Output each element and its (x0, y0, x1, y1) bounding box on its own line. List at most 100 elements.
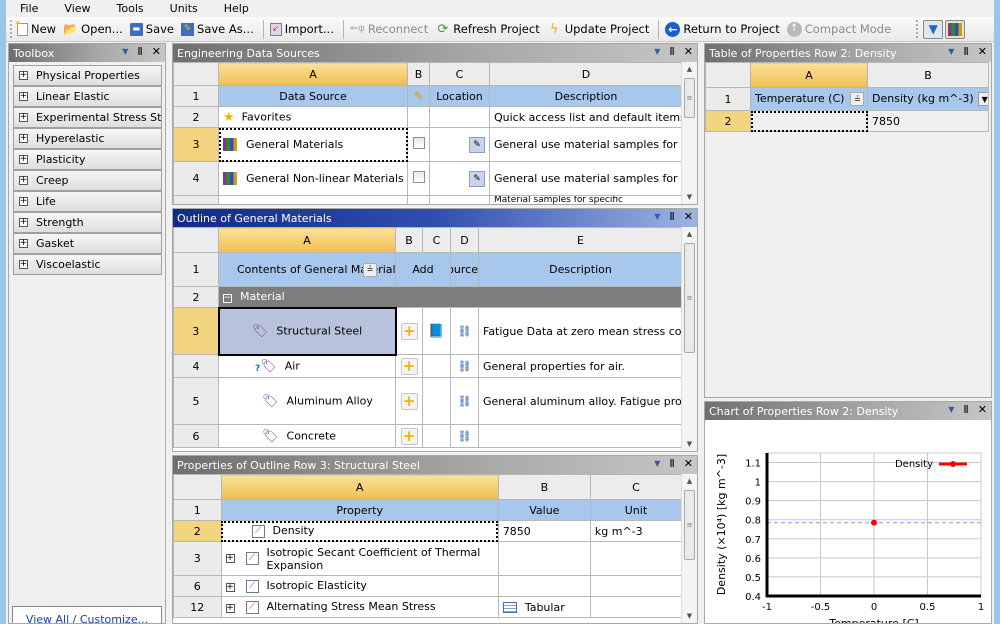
refresh-project-button[interactable]: ⟳ Refresh Project (435, 22, 539, 37)
source-link-cell[interactable]: ⛓ (450, 377, 479, 425)
column-header-d[interactable]: D (450, 227, 479, 253)
property-cell[interactable]: + ⟋ Isotropic Elasticity (220, 575, 499, 597)
temperature-cell[interactable] (750, 110, 868, 132)
close-icon[interactable]: ✕ (152, 45, 161, 58)
expand-icon[interactable]: + (19, 113, 28, 122)
toolbox-item-linear-elastic[interactable]: + Linear Elastic (13, 86, 162, 107)
open-button[interactable]: 📂 Open... (63, 22, 123, 37)
column-header-b[interactable]: B (407, 62, 430, 86)
column-header-c[interactable]: C (589, 474, 683, 500)
add-cell[interactable]: + (395, 424, 423, 448)
temperature-header[interactable]: Temperature (C) ≟ (750, 87, 868, 111)
table-row[interactable]: 2 ⟋ Density 7850 kg m^-3 (173, 520, 683, 542)
toolbox-item-life[interactable]: + Life (13, 191, 162, 212)
scroll-down-icon[interactable]: ▼ (682, 190, 697, 204)
scroll-up-icon[interactable]: ▲ (682, 474, 697, 488)
view-all-customize-button[interactable]: View All / Customize... (12, 606, 162, 623)
column-header-e[interactable]: E (478, 227, 683, 253)
toolbox-item-physical-properties[interactable]: + Physical Properties (13, 65, 162, 86)
reconnect-button[interactable]: ⇐φ Reconnect (350, 22, 428, 37)
toolbox-item-creep[interactable]: + Creep (13, 170, 162, 191)
toolbox-item-plasticity[interactable]: + Plasticity (13, 149, 162, 170)
browse-location-icon[interactable]: ✎ (469, 170, 485, 187)
property-cell[interactable]: + ⟋ Alternating Stress Mean Stress (220, 596, 499, 618)
expand-icon[interactable]: + (19, 92, 28, 101)
panel-menu-icon[interactable]: ▼ (122, 47, 128, 56)
scroll-up-icon[interactable]: ▲ (682, 62, 697, 76)
expand-icon[interactable]: + (225, 583, 235, 593)
expand-icon[interactable]: + (19, 260, 28, 269)
add-cell[interactable]: + (395, 354, 423, 378)
location-cell[interactable]: ✎ (429, 127, 490, 162)
group-cell[interactable]: − Material (218, 286, 683, 308)
return-to-project-button[interactable]: ← Return to Project (665, 21, 780, 37)
unit-dropdown-icon[interactable]: ▼ (977, 92, 988, 107)
table-row[interactable]: 4 General Non-linear Materials ✎ General… (173, 161, 683, 196)
table-row[interactable]: 4 ?🏷 Air + ⛓ General properties for air. (173, 354, 683, 378)
expand-icon[interactable]: + (19, 155, 28, 164)
expand-icon[interactable]: + (225, 554, 235, 563)
data-source-cell[interactable]: General Materials (218, 127, 408, 162)
table-row[interactable]: 6 🏷 Concrete + ⛓ (173, 424, 683, 448)
material-cell-selected[interactable]: 🏷 Structural Steel (217, 306, 397, 356)
table-row[interactable]: 6 + ⟋ Isotropic Elasticity (173, 575, 683, 597)
table-row[interactable]: 2 7850 (705, 110, 989, 132)
unit-cell[interactable] (589, 541, 683, 576)
import-button[interactable]: ↙ Import... (269, 22, 334, 36)
expand-icon[interactable]: + (19, 239, 28, 248)
add-plus-icon[interactable]: + (400, 322, 418, 340)
source-link-cell[interactable]: ⛓ (450, 354, 479, 378)
column-header-b[interactable]: B (497, 474, 591, 500)
panel-menu-icon[interactable]: ▼ (654, 459, 660, 468)
pin-icon[interactable]: Ⅱ (963, 45, 968, 58)
menu-help[interactable]: Help (224, 2, 249, 15)
table-row[interactable]: 3 General Materials ✎ General use materi… (173, 127, 683, 162)
close-icon[interactable]: ✕ (684, 210, 693, 223)
add-cell[interactable]: + (395, 377, 423, 425)
unit-cell[interactable] (589, 596, 683, 618)
property-cell[interactable]: ⟋ Density (220, 520, 499, 542)
edit-checkbox[interactable] (412, 137, 425, 149)
close-icon[interactable]: ✕ (684, 45, 693, 58)
menu-view[interactable]: View (64, 2, 90, 15)
toolbar-grip[interactable] (10, 20, 13, 38)
add-cell[interactable]: + (395, 307, 423, 355)
expand-icon[interactable]: + (225, 604, 235, 614)
column-header-c[interactable]: C (422, 227, 451, 253)
browse-location-icon[interactable]: ✎ (469, 136, 485, 153)
value-cell[interactable] (497, 541, 591, 576)
toolbox-item-hyperelastic[interactable]: + Hyperelastic (13, 128, 162, 149)
expand-icon[interactable]: + (19, 71, 28, 80)
column-header-b[interactable]: B (867, 62, 989, 88)
properties-scrollbar[interactable]: ▲ ≡ ▼ (681, 474, 697, 623)
expand-icon[interactable]: + (19, 218, 28, 227)
column-header-b[interactable]: B (395, 227, 423, 253)
save-button[interactable]: ▬ Save (129, 22, 174, 36)
toolbox-item-gasket[interactable]: + Gasket (13, 233, 162, 254)
menu-file[interactable]: File (20, 2, 38, 15)
sources-scrollbar[interactable]: ▲ ≡ ▼ (681, 62, 697, 204)
edit-checkbox[interactable] (412, 171, 425, 183)
close-icon[interactable]: ✕ (978, 45, 987, 58)
property-cell[interactable]: + ⟋ Isotropic Secant Coefficient of Therma… (220, 541, 499, 576)
collapse-icon[interactable]: − (223, 294, 232, 304)
toolbar-grip[interactable] (916, 20, 919, 38)
scroll-thumb[interactable]: ≡ (684, 243, 695, 353)
add-plus-icon[interactable]: + (400, 357, 418, 375)
close-icon[interactable]: ✕ (978, 403, 987, 416)
link-icon[interactable]: ⛓ (458, 325, 472, 338)
panel-menu-icon[interactable]: ▼ (948, 47, 954, 56)
unit-cell[interactable]: kg m^-3 (589, 520, 683, 542)
edit-checkbox-cell[interactable] (407, 161, 430, 196)
new-button[interactable]: ✶ New (14, 19, 56, 36)
column-header-d[interactable]: D (489, 62, 683, 86)
pin-icon[interactable]: Ⅱ (669, 210, 674, 223)
toolbox-item-strength[interactable]: + Strength (13, 212, 162, 233)
density-header[interactable]: Density (kg m^-3) ▼ (867, 87, 989, 111)
pin-icon[interactable]: Ⅱ (669, 45, 674, 58)
data-sources-toggle[interactable] (945, 19, 966, 39)
data-source-cell[interactable]: General Non-linear Materials (218, 161, 408, 196)
contents-header[interactable]: Contents of General Materials ≟ (218, 252, 396, 287)
pin-icon[interactable]: Ⅱ (963, 403, 968, 416)
table-row[interactable]: 3 🏷 Structural Steel + 📘 ⛓ Fatigue Data a… (173, 306, 683, 356)
